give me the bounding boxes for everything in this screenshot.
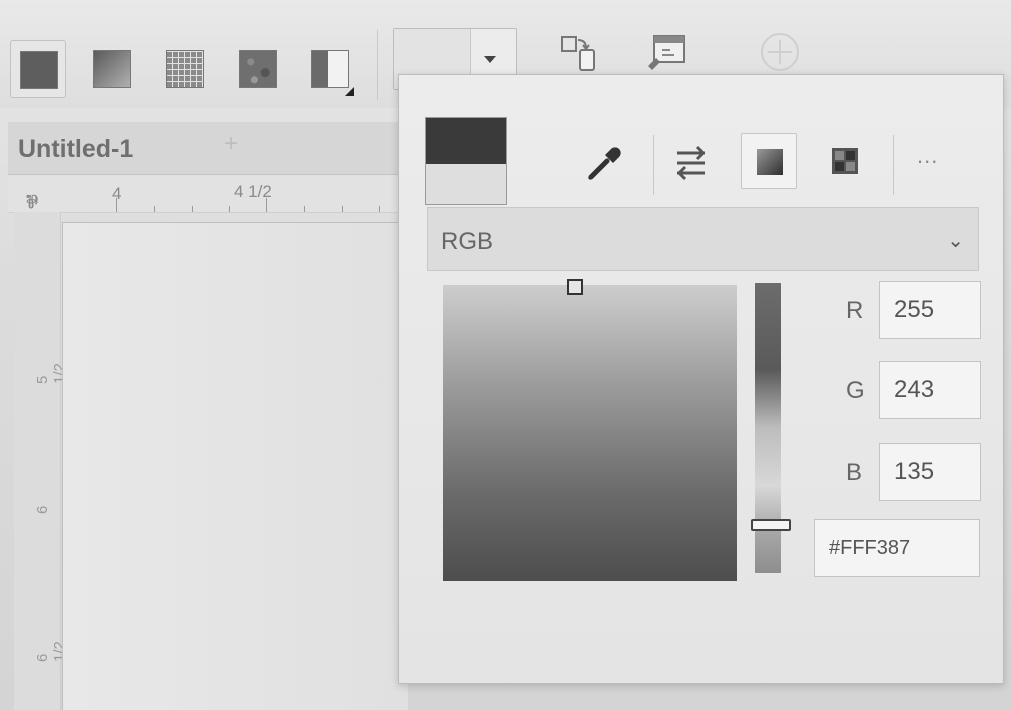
green-label: G [846,377,865,404]
pattern-fill-icon [166,50,204,88]
eyedropper-button[interactable] [577,133,633,189]
no-fill-button[interactable] [302,40,358,98]
color-viewer-icon [757,149,783,175]
new-color [426,164,506,204]
document-title: Untitled-1 [18,135,134,163]
color-sliders-button[interactable] [663,133,719,189]
ruler-tick [229,206,230,212]
color-picker-popup: ... RGB ⌄ R 255 G 243 B 135 #FFF387 [398,74,1004,684]
ruler-tick [154,206,155,212]
eyedropper-icon [587,147,621,181]
ruler-tick [192,206,193,212]
add-color-icon [761,33,799,71]
red-label: R [846,297,864,324]
close-tab-icon[interactable]: + [224,130,238,158]
fill-options-arrow-icon [345,87,354,96]
pattern-fill-button[interactable] [157,40,213,98]
ruler-units-icon[interactable]: ⅌ [26,190,38,214]
swap-color-button[interactable] [552,28,608,80]
no-fill-icon [311,50,349,88]
ruler-tick [304,206,305,212]
app-window: Untitled-1 + ⅌ 4 4 1/2 5 1/2 6 6 1/2 ...… [0,0,1011,710]
bitmap-fill-icon [239,50,277,88]
color-model-value: RGB [441,228,494,255]
linear-gradient-fill-button[interactable] [84,40,140,98]
color-area[interactable] [443,279,737,581]
color-area-marker[interactable] [567,279,583,295]
drawing-canvas[interactable] [62,222,408,710]
popup-divider [893,135,894,195]
color-palettes-icon [832,148,858,174]
blue-label: B [846,459,863,486]
document-tab[interactable]: Untitled-1 + [8,122,400,175]
green-input[interactable]: 243 [879,361,981,419]
hue-slider-handle[interactable] [751,519,791,531]
vertical-ruler[interactable]: 5 1/2 6 6 1/2 [14,212,68,710]
window-color-button[interactable] [642,28,698,80]
gradient-fill-icon [93,50,131,88]
chevron-down-icon [484,56,496,63]
hex-input[interactable]: #FFF387 [814,519,980,577]
red-input[interactable]: 255 [879,281,981,339]
flat-fill-icon [20,51,58,89]
color-reference-swatch[interactable] [425,117,507,205]
swap-color-icon [561,36,595,71]
color-model-select[interactable]: RGB ⌄ [427,207,979,271]
more-options-button[interactable]: ... [917,143,938,169]
window-color-icon [648,35,685,70]
ruler-tick [116,198,117,212]
previous-color [426,118,506,164]
color-palettes-button[interactable] [817,133,873,189]
toolbar-divider [377,30,378,100]
color-viewer-button[interactable] [741,133,797,189]
chevron-down-icon: ⌄ [947,230,964,252]
bitmap-fill-button[interactable] [230,40,286,98]
ruler-tick [342,206,343,212]
ruler-tick [266,198,267,212]
add-color-button[interactable] [752,28,808,80]
ruler-label: 6 [34,505,51,514]
flat-fill-button[interactable] [10,40,66,98]
ruler-tick [379,206,380,212]
blue-input[interactable]: 135 [879,443,981,501]
horizontal-ruler[interactable]: ⅌ 4 4 1/2 [8,176,400,213]
popup-divider [653,135,654,195]
sliders-icon [676,145,706,181]
